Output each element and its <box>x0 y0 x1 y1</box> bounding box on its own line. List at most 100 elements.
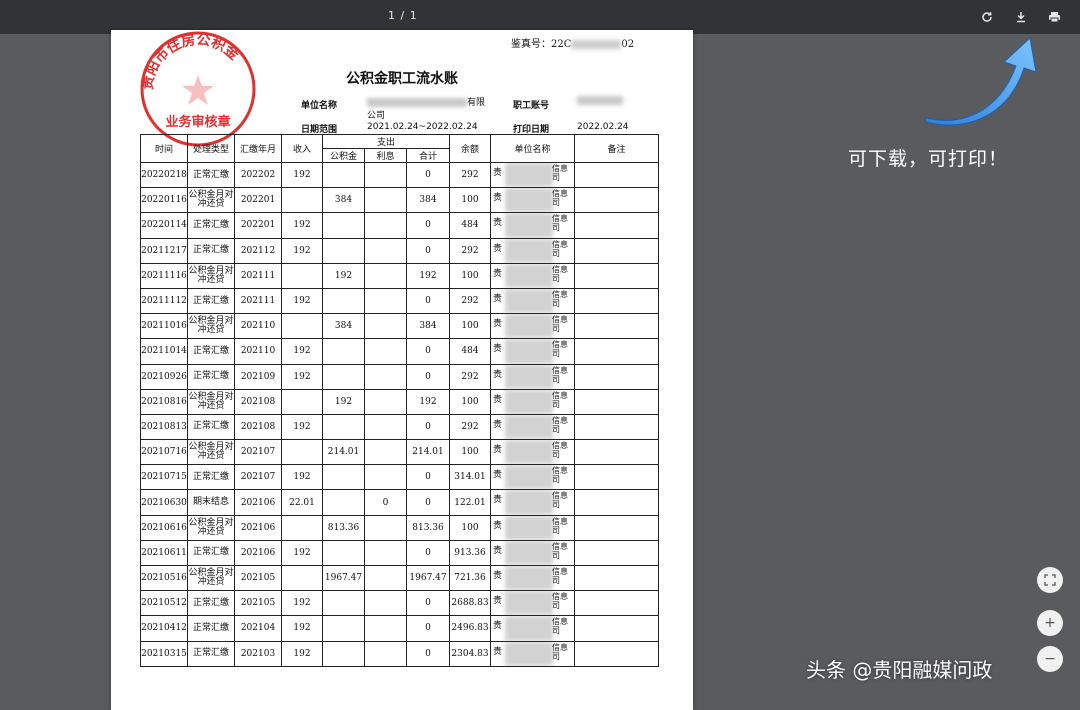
cell-total: 192 <box>406 262 450 289</box>
cell-balance: 2496.83 <box>449 615 491 642</box>
cell-remark <box>574 388 659 415</box>
table-row: 20211016 公积金月对冲还贷 202110 384 384 100 贵信息司 <box>140 313 659 340</box>
cell-income: 192 <box>281 237 323 264</box>
cell-unit: 贵 信息司 <box>490 363 575 390</box>
header-remark: 备注 <box>574 134 659 163</box>
cell-interest <box>364 413 407 441</box>
cell-type: 正常汇缴 <box>187 237 235 264</box>
ledger-table: 时间 处理类型 汇缴年月 收入 支出 余额 单位名称 备注 公积金 利息 合计 … <box>140 134 659 667</box>
cell-total: 0 <box>406 489 450 516</box>
cell-remark <box>574 464 659 491</box>
cell-fund <box>322 615 365 642</box>
unit-prefix: 贵 <box>493 293 503 304</box>
cell-remark <box>574 262 659 289</box>
cell-type: 公积金月对冲还贷 <box>187 262 235 289</box>
unit-prefix: 贵 <box>493 243 503 254</box>
print-date-value: 2022.02.24 <box>577 122 629 132</box>
cell-total: 0 <box>406 464 450 491</box>
unit-prefix: 贵 <box>493 168 503 178</box>
header-unit: 单位名称 <box>490 134 575 163</box>
unit-prefix: 贵 <box>493 369 503 380</box>
cell-remark <box>574 237 659 264</box>
cell-total: 0 <box>406 338 450 365</box>
cell-time: 20211112 <box>140 287 188 315</box>
cell-time: 20210315 <box>140 640 188 667</box>
cell-time: 20210816 <box>140 388 188 415</box>
unit-prefix: 贵 <box>493 646 503 657</box>
cell-income: 192 <box>281 590 323 617</box>
cell-balance: 122.01 <box>449 489 491 516</box>
cell-unit: 贵 信息司 <box>490 564 575 592</box>
cell-income <box>281 439 323 466</box>
cell-balance: 292 <box>449 413 491 441</box>
unit-suffix: 信息司 <box>552 264 568 283</box>
download-button[interactable] <box>1010 6 1032 28</box>
cell-fund: 192 <box>322 388 365 415</box>
cell-fund: 192 <box>322 262 365 289</box>
cell-fund <box>322 212 365 239</box>
cell-income <box>281 514 323 541</box>
fit-page-icon <box>1044 574 1056 586</box>
rotate-button[interactable] <box>976 6 998 28</box>
cell-fund: 384 <box>322 187 365 214</box>
cell-unit: 贵 信息司 <box>490 590 575 617</box>
zoom-in-button[interactable]: + <box>1037 610 1063 636</box>
cell-balance: 100 <box>449 313 491 340</box>
cell-time: 20210616 <box>140 514 188 541</box>
cell-income <box>281 564 323 592</box>
cell-time: 20220116 <box>140 187 188 214</box>
cell-time: 20211016 <box>140 313 188 340</box>
cell-time: 20210516 <box>140 564 188 592</box>
cell-remark <box>574 363 659 390</box>
cell-balance: 292 <box>449 237 491 264</box>
header-time: 时间 <box>140 134 188 163</box>
account-value <box>577 96 623 106</box>
unit-suffix: 信息司 <box>552 340 568 359</box>
cell-balance: 292 <box>449 161 491 189</box>
cell-month: 202107 <box>234 439 282 466</box>
cell-time: 20210715 <box>140 464 188 491</box>
redaction-mask <box>505 642 553 666</box>
unit-suffix: 信息司 <box>552 491 568 510</box>
unit-suffix: 信息司 <box>552 466 568 485</box>
cell-fund <box>322 161 365 189</box>
cell-interest <box>364 161 407 189</box>
table-row: 20211116 公积金月对冲还贷 202111 192 192 100 贵信息司 <box>140 262 659 289</box>
redaction-mask <box>505 314 553 338</box>
cell-income <box>281 262 323 289</box>
unit-suffix: 信息司 <box>552 592 568 611</box>
table-row: 20220218 正常汇缴 202202 192 0 292 贵 信息司 <box>140 161 659 189</box>
redaction-mask <box>505 415 553 439</box>
unit-suffix: 信息司 <box>552 541 568 560</box>
cell-income: 192 <box>281 363 323 390</box>
cell-unit: 贵 信息司 <box>490 161 575 189</box>
cell-balance: 100 <box>449 388 491 415</box>
cell-interest: 0 <box>364 489 407 516</box>
cell-interest <box>364 187 407 214</box>
cell-total: 192 <box>406 388 450 415</box>
print-button[interactable] <box>1043 6 1065 28</box>
cell-interest <box>364 439 407 466</box>
table-row: 20210412 正常汇缴 202104 192 0 2496.83 贵 信息司 <box>140 615 659 642</box>
cell-remark <box>574 413 659 441</box>
cell-balance: 913.36 <box>449 539 491 567</box>
cell-remark <box>574 539 659 567</box>
fit-page-button[interactable] <box>1037 567 1063 593</box>
cell-interest <box>364 640 407 667</box>
cell-interest <box>364 564 407 592</box>
cell-month: 202110 <box>234 313 282 340</box>
page-count: 1 / 1 <box>388 9 418 22</box>
cell-type: 正常汇缴 <box>187 539 235 567</box>
cell-month: 202103 <box>234 640 282 667</box>
cell-balance: 484 <box>449 338 491 365</box>
redaction-mask <box>505 289 553 313</box>
table-row: 20211217 正常汇缴 202112 192 0 292 贵 信息司 <box>140 237 659 264</box>
cell-fund <box>322 539 365 567</box>
cell-remark <box>574 640 659 667</box>
cell-total: 0 <box>406 212 450 239</box>
document-page: 贵阳市住房公积金 业务审核章 鉴真号：22C 02 公积金职工流水账 单位名称 有… <box>111 30 693 710</box>
header-fund: 公积金 <box>322 148 365 163</box>
zoom-out-button[interactable]: − <box>1037 646 1063 672</box>
cell-income: 192 <box>281 615 323 642</box>
header-income: 收入 <box>281 134 323 163</box>
